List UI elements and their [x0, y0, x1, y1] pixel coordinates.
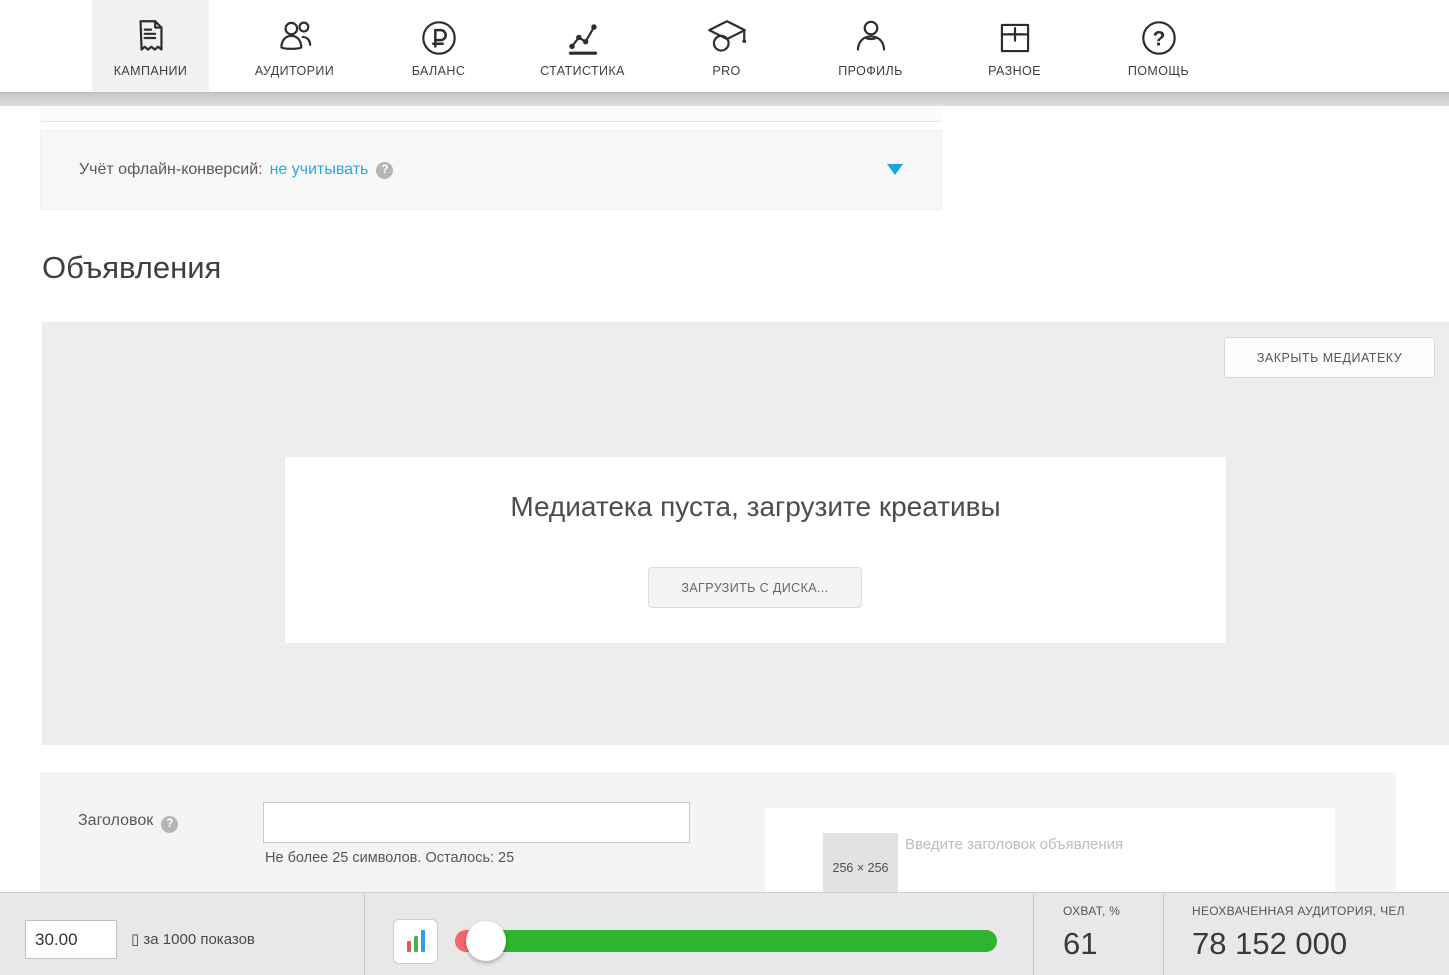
title-label-text: Заголовок [78, 812, 153, 829]
price-unit-label: ▯ за 1000 показов [131, 930, 255, 948]
nav-item-balance[interactable]: БАЛАНС [380, 0, 497, 92]
price-input[interactable] [25, 920, 117, 959]
title-input[interactable] [263, 802, 690, 843]
nav-item-help[interactable]: ? ПОМОЩЬ [1100, 0, 1217, 92]
media-library-empty-box: Медиатека пуста, загрузите креативы ЗАГР… [285, 457, 1226, 643]
balance-ruble-icon [416, 15, 462, 61]
reach-label: ОХВАТ, % [1063, 904, 1120, 918]
nav-item-campaigns[interactable]: КАМПАНИИ [92, 0, 209, 92]
ads-section-title: Объявления [42, 250, 221, 286]
footer-divider [1033, 893, 1034, 975]
nav-label: СТАТИСТИКА [540, 64, 625, 78]
help-tooltip-icon[interactable]: ? [376, 162, 393, 179]
nav-label: АУДИТОРИИ [255, 64, 334, 78]
page: КАМПАНИИ АУДИТОРИИ БАЛАНС [0, 0, 1449, 975]
nav-label: ПОМОЩЬ [1128, 64, 1189, 78]
profile-person-icon [848, 15, 894, 61]
campaigns-document-icon [128, 15, 174, 61]
unreached-audience-label: НЕОХВАЧЕННАЯ АУДИТОРИЯ, ЧЕЛ [1192, 904, 1405, 918]
ad-preview-card: 256 × 256 Введите заголовок объявления [765, 808, 1335, 892]
offline-conversions-label: Учёт офлайн-конверсий: [79, 161, 263, 179]
nav-item-profile[interactable]: ПРОФИЛЬ [812, 0, 929, 92]
footer-bar: ▯ за 1000 показов ОХВАТ, % 61 НЕОХВАЧЕНН… [0, 892, 1449, 975]
price-slider-handle[interactable] [466, 921, 506, 961]
nav-label: БАЛАНС [412, 64, 466, 78]
collapsed-panel-edge [40, 107, 942, 122]
title-help-icon[interactable]: ? [161, 816, 178, 833]
nav-label: ПРОФИЛЬ [838, 64, 902, 78]
unreached-audience-value: 78 152 000 [1192, 926, 1347, 962]
offline-conversions-value-link[interactable]: не учитывать [270, 161, 369, 179]
title-char-limit-hint: Не более 25 символов. Осталось: 25 [265, 850, 514, 866]
bar-chart-icon [407, 941, 411, 952]
svg-text:?: ? [1152, 27, 1165, 50]
title-field-label: Заголовок? [78, 812, 178, 833]
chevron-down-icon[interactable] [887, 164, 903, 175]
coverage-chart-button[interactable] [393, 919, 438, 964]
statistics-chart-icon [560, 15, 606, 61]
help-question-icon: ? [1136, 15, 1182, 61]
ad-image-placeholder[interactable]: 256 × 256 [823, 833, 898, 892]
nav-item-statistics[interactable]: СТАТИСТИКА [524, 0, 641, 92]
footer-divider [364, 893, 365, 975]
reach-value: 61 [1063, 926, 1097, 962]
nav-label: РАЗНОЕ [988, 64, 1041, 78]
nav-divider [0, 92, 1449, 106]
nav-label: PRO [712, 64, 740, 78]
nav-item-misc[interactable]: РАЗНОЕ [956, 0, 1073, 92]
price-slider-track[interactable] [455, 930, 997, 952]
offline-conversions-panel: Учёт офлайн-конверсий: не учитывать ? [40, 130, 942, 210]
media-library-empty-message: Медиатека пуста, загрузите креативы [285, 491, 1226, 523]
footer-divider [1163, 893, 1164, 975]
nav-item-pro[interactable]: PRO [668, 0, 785, 92]
pro-graduation-cap-icon [704, 15, 750, 61]
nav-item-audiences[interactable]: АУДИТОРИИ [236, 0, 353, 92]
audiences-people-icon [272, 15, 318, 61]
ad-form-panel: Заголовок? Не более 25 символов. Осталос… [40, 772, 1396, 892]
upload-from-disk-button[interactable]: ЗАГРУЗИТЬ С ДИСКА... [648, 567, 862, 608]
misc-grid-icon [992, 15, 1038, 61]
close-media-library-button[interactable]: ЗАКРЫТЬ МЕДИАТЕКУ [1224, 337, 1435, 378]
ad-image-size-label: 256 × 256 [823, 861, 898, 875]
nav-items: КАМПАНИИ АУДИТОРИИ БАЛАНС [92, 0, 1217, 92]
media-library-panel: ЗАКРЫТЬ МЕДИАТЕКУ Медиатека пуста, загру… [42, 322, 1449, 745]
ad-title-placeholder: Введите заголовок объявления [905, 836, 1123, 853]
top-nav: КАМПАНИИ АУДИТОРИИ БАЛАНС [0, 0, 1449, 92]
nav-label: КАМПАНИИ [114, 64, 188, 78]
